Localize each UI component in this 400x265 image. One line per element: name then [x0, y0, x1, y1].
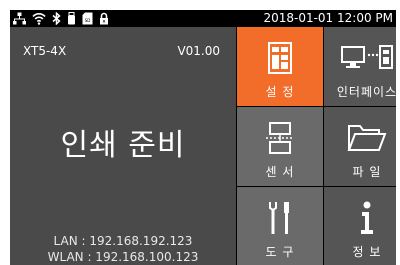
tools-icon	[267, 201, 293, 235]
info-button[interactable]: 정 보	[324, 187, 396, 265]
printer-status: 인쇄 준비	[60, 128, 186, 163]
folder-icon	[347, 121, 387, 155]
interface-button[interactable]: 인터페이스	[324, 27, 396, 106]
model-name: XT5-4X	[23, 44, 67, 58]
file-label: 파 일	[352, 165, 382, 179]
info-icon	[359, 201, 375, 235]
status-icons: SD	[13, 11, 109, 26]
lock-icon	[99, 12, 109, 25]
network-icon	[13, 12, 26, 25]
bluetooth-icon	[52, 12, 61, 25]
interface-label: 인터페이스	[336, 85, 396, 99]
sensor-icon	[265, 121, 295, 155]
usb-icon	[67, 12, 76, 25]
wifi-icon	[32, 12, 46, 25]
status-bar: SD 2018-01-01 12:00 PM	[10, 10, 396, 27]
sensor-label: 센 서	[265, 165, 295, 179]
sd-card-icon: SD	[82, 12, 93, 25]
tools-button[interactable]: 도 구	[237, 187, 323, 265]
settings-button[interactable]: 설 정	[237, 27, 323, 106]
lan-address: LAN : 192.168.192.123	[53, 234, 193, 248]
device-screen: SD 2018-01-01 12:00 PM XT5-4X V01.00 인쇄 …	[10, 10, 396, 265]
main-menu: 설 정 인터페이스 센 서 파 일 도 구 정 보	[237, 27, 396, 265]
file-button[interactable]: 파 일	[324, 107, 396, 186]
tools-label: 도 구	[265, 245, 295, 259]
settings-icon	[268, 41, 292, 75]
date-time: 2018-01-01 12:00 PM	[263, 11, 393, 25]
svg-text:SD: SD	[85, 18, 91, 23]
wlan-address: WLAN : 192.168.100.123	[47, 250, 199, 264]
firmware-version: V01.00	[177, 44, 220, 58]
settings-label: 설 정	[265, 85, 295, 99]
sensor-button[interactable]: 센 서	[237, 107, 323, 186]
printer-status-panel: XT5-4X V01.00 인쇄 준비 LAN : 192.168.192.12…	[10, 27, 236, 265]
interface-icon	[340, 41, 394, 75]
info-label: 정 보	[352, 245, 382, 259]
